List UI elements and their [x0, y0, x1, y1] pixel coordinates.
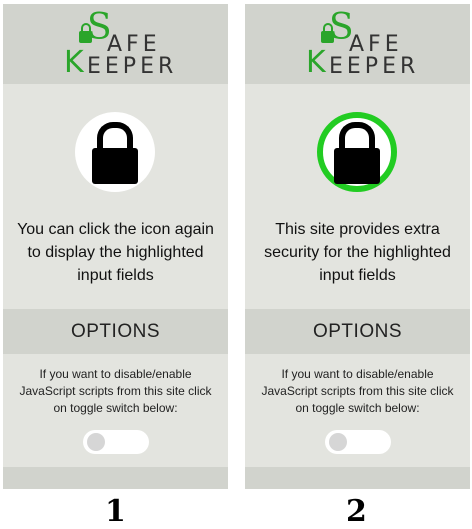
header: S AFE K EEPER: [3, 4, 228, 84]
logo-word-eeper: EEPER: [87, 54, 178, 79]
status-description: This site provides extra security for th…: [245, 218, 470, 287]
lock-toggle-button[interactable]: [317, 112, 397, 192]
logo-word-afe: AFE: [349, 32, 403, 57]
description-line: to display the highlighted: [27, 244, 204, 261]
footer-bar: [3, 467, 228, 489]
description-line: security for the highlighted: [264, 244, 451, 261]
logo-letter-k: K: [306, 45, 326, 80]
javascript-hint: If you want to disable/enable JavaScript…: [3, 366, 228, 417]
options-header: OPTIONS: [245, 309, 470, 354]
figure-label-1: 1: [105, 494, 126, 529]
toggle-knob: [87, 433, 105, 451]
hint-line: If you want to disable/enable: [281, 367, 434, 381]
safekeeper-logo: S AFE K EEPER: [305, 10, 425, 80]
description-line: input fields: [319, 267, 396, 284]
popup-panel-1: S AFE K EEPER You can click the icon aga…: [3, 4, 228, 489]
figure-label-2: 2: [346, 494, 367, 529]
lock-toggle-button[interactable]: [75, 112, 155, 192]
logo-letter-k: K: [64, 45, 84, 80]
description-line: input fields: [77, 267, 154, 284]
safekeeper-logo: S AFE K EEPER: [63, 10, 183, 80]
logo-word-eeper: EEPER: [329, 54, 420, 79]
toggle-knob: [329, 433, 347, 451]
padlock-body: [334, 148, 380, 184]
logo-word-afe: AFE: [107, 32, 161, 57]
footer-bar: [245, 467, 470, 489]
hint-line: If you want to disable/enable: [39, 367, 192, 381]
javascript-hint: If you want to disable/enable JavaScript…: [245, 366, 470, 417]
hint-line: on toggle switch below:: [295, 401, 420, 415]
description-line: This site provides extra: [275, 221, 440, 238]
status-description: You can click the icon again to display …: [3, 218, 228, 287]
javascript-toggle-switch[interactable]: [83, 430, 149, 454]
hint-line: JavaScript scripts from this site click: [19, 384, 212, 398]
padlock-body: [92, 148, 138, 184]
hint-line: JavaScript scripts from this site click: [261, 384, 454, 398]
hint-line: on toggle switch below:: [53, 401, 178, 415]
description-line: You can click the icon again: [17, 221, 214, 238]
header: S AFE K EEPER: [245, 4, 470, 84]
popup-panel-2: S AFE K EEPER This site provides extra s…: [245, 4, 470, 489]
javascript-toggle-switch[interactable]: [325, 430, 391, 454]
options-header: OPTIONS: [3, 309, 228, 354]
